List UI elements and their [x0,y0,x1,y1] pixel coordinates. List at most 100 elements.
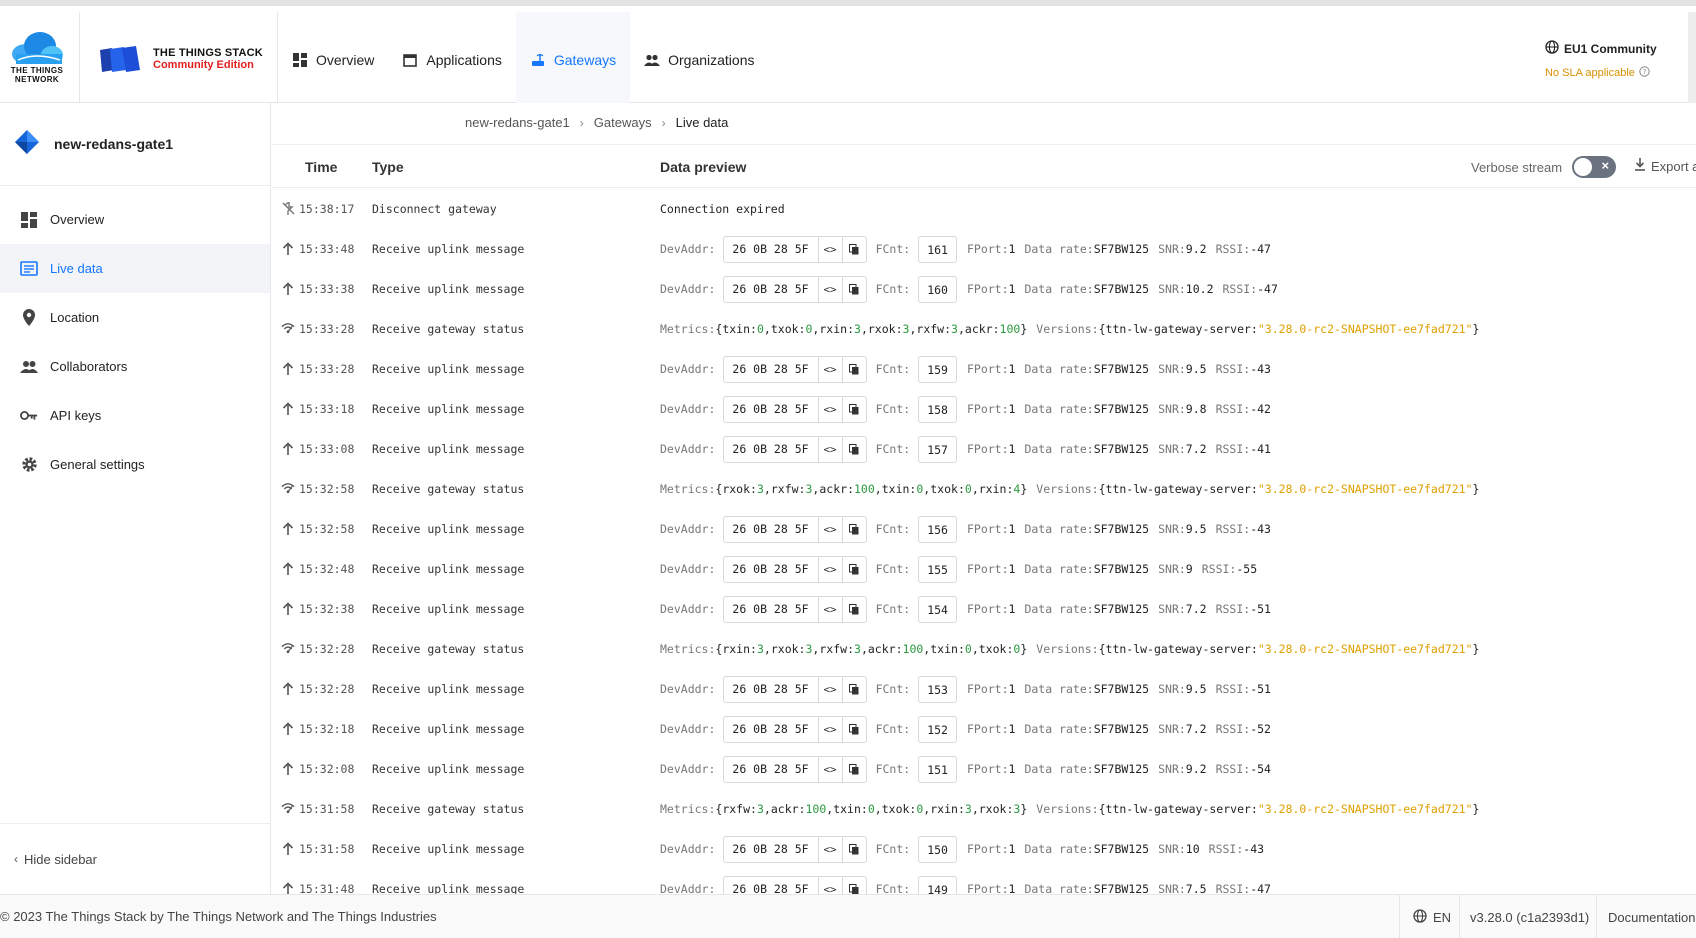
sidebar-item-live-data[interactable]: Live data [0,244,270,293]
copy-icon[interactable] [841,756,866,782]
event-row[interactable]: 15:32:28 Receive gateway status Metrics: {… [272,629,1696,669]
fcnt-label: FCnt: [875,682,911,696]
event-type: Receive uplink message [372,242,525,256]
fcnt-label: FCnt: [875,722,911,736]
devaddr-field: 26 0B 28 5F <> [723,395,867,423]
code-toggle-icon[interactable]: <> [817,876,842,894]
copyright-text: © 2023 The Things Stack by The Things Ne… [0,909,437,924]
export-label: Export as JSON [1651,158,1696,174]
fcnt-label: FCnt: [875,842,911,856]
copy-icon[interactable] [841,436,866,462]
rssi-label: RSSI: [1215,762,1251,776]
sidebar-item-overview[interactable]: Overview [0,195,270,244]
metric-key: rxok [722,482,751,496]
devaddr-field: 26 0B 28 5F <> [723,875,867,894]
header-scrollbar[interactable] [1688,12,1696,108]
devaddr-value: 26 0B 28 5F [732,761,809,776]
metrics-label: Metrics: [660,642,716,656]
code-toggle-icon[interactable]: <> [817,716,842,742]
snr-value: 7.2 [1185,722,1207,736]
event-row[interactable]: 15:32:08 Receive uplink message DevAddr: 26… [272,749,1696,789]
event-row[interactable]: 15:32:38 Receive uplink message DevAddr: 26… [272,589,1696,629]
copy-icon[interactable] [841,836,866,862]
rssi-label: RSSI: [1215,522,1251,536]
code-toggle-icon[interactable]: <> [817,436,842,462]
documentation-link[interactable]: Documentation [1596,895,1695,938]
event-row[interactable]: 15:32:58 Receive uplink message DevAddr: 26… [272,509,1696,549]
event-preview: DevAddr: 26 0B 28 5F <> FCnt: 156 FPort: 1 Dat… [660,509,1271,549]
copy-icon[interactable] [841,516,866,542]
datarate-value: SF7BW125 [1093,842,1150,856]
event-row[interactable]: 15:32:28 Receive uplink message DevAddr: 26… [272,669,1696,709]
ttn-logo[interactable]: THE THINGS NETWORK [8,30,66,86]
event-preview: DevAddr: 26 0B 28 5F <> FCnt: 149 FPort: 1 Dat… [660,869,1271,894]
nav-overview[interactable]: Overview [278,12,388,108]
event-row[interactable]: 15:33:28 Receive gateway status Metrics: {… [272,309,1696,349]
copy-icon[interactable] [841,396,866,422]
event-type: Receive uplink message [372,722,525,736]
sidebar-item-api-keys[interactable]: API keys [0,391,270,440]
event-row[interactable]: 15:33:48 Receive uplink message DevAddr: 26… [272,229,1696,269]
snr-label: SNR: [1158,842,1186,856]
nav-applications[interactable]: Applications [388,12,516,108]
sidebar-item-location[interactable]: Location [0,293,270,342]
metric-value: 3 [805,482,813,496]
snr-value: 7.2 [1185,442,1207,456]
version-value: "3.28.0-rc2-SNAPSHOT-ee7fad721" [1257,802,1473,816]
datarate-label: Data rate: [1024,842,1094,856]
copy-icon[interactable] [841,276,866,302]
fport-value: 1 [1008,242,1016,256]
devaddr-value: 26 0B 28 5F [732,441,809,456]
code-toggle-icon[interactable]: <> [817,396,842,422]
copy-icon[interactable] [841,356,866,382]
breadcrumb-gateway[interactable]: new-redans-gate1 [465,115,570,130]
event-row[interactable]: 15:33:38 Receive uplink message DevAddr: 26… [272,269,1696,309]
copy-icon[interactable] [841,236,866,262]
event-row[interactable]: 15:31:48 Receive uplink message DevAddr: 26… [272,869,1696,894]
snr-label: SNR: [1158,282,1186,296]
nav-gateways[interactable]: Gateways [515,12,631,108]
code-toggle-icon[interactable]: <> [817,756,842,782]
sidebar-item-label: Collaborators [50,359,128,374]
event-row[interactable]: 15:38:17 Disconnect gateway Connection exp… [272,189,1696,229]
event-time: 15:33:08 [299,442,355,456]
language-selector[interactable]: EN [1399,895,1464,938]
devaddr-label: DevAddr: [660,842,716,856]
copy-icon[interactable] [841,876,866,894]
copy-icon[interactable] [841,716,866,742]
copy-icon[interactable] [841,556,866,582]
people-icon [20,358,38,376]
comma: , [826,802,834,816]
main-nav: Overview Applications Gateways Organizat… [278,12,769,108]
event-row[interactable]: 15:32:18 Receive uplink message DevAddr: 26… [272,709,1696,749]
code-toggle-icon[interactable]: <> [817,276,842,302]
code-toggle-icon[interactable]: <> [817,356,842,382]
sidebar-item-general-settings[interactable]: General settings [0,440,270,489]
code-toggle-icon[interactable]: <> [817,596,842,622]
event-preview: DevAddr: 26 0B 28 5F <> FCnt: 157 FPort: 1 Dat… [660,429,1271,469]
event-row[interactable]: 15:31:58 Receive gateway status Metrics: {… [272,789,1696,829]
code-toggle-icon[interactable]: <> [817,516,842,542]
event-row[interactable]: 15:32:48 Receive uplink message DevAddr: 26… [272,549,1696,589]
event-row[interactable]: 15:32:58 Receive gateway status Metrics: {… [272,469,1696,509]
event-row[interactable]: 15:33:08 Receive uplink message DevAddr: 26… [272,429,1696,469]
code-toggle-icon[interactable]: <> [817,676,842,702]
event-row[interactable]: 15:31:58 Receive uplink message DevAddr: 26… [272,829,1696,869]
copy-icon[interactable] [841,676,866,702]
sidebar-item-collaborators[interactable]: Collaborators [0,342,270,391]
event-row[interactable]: 15:33:28 Receive uplink message DevAddr: 26… [272,349,1696,389]
code-toggle-icon[interactable]: <> [817,556,842,582]
verbose-stream-toggle[interactable]: × [1572,156,1617,178]
sidebar: new-redans-gate1 Overview Live data Loca… [0,103,271,894]
export-button[interactable]: Export as JSON [1634,158,1696,174]
hide-sidebar-button[interactable]: ‹ Hide sidebar [0,823,270,894]
brace: } [1020,642,1028,656]
copy-icon[interactable] [841,596,866,622]
nav-organizations[interactable]: Organizations [630,12,768,108]
breadcrumb-gateways[interactable]: Gateways [594,115,652,130]
code-toggle-icon[interactable]: <> [817,836,842,862]
help-icon[interactable]: ? [1639,66,1650,80]
event-row[interactable]: 15:33:18 Receive uplink message DevAddr: 26… [272,389,1696,429]
code-toggle-icon[interactable]: <> [817,236,842,262]
region-selector[interactable]: EU1 Community No SLA applicable ? [1545,40,1690,80]
